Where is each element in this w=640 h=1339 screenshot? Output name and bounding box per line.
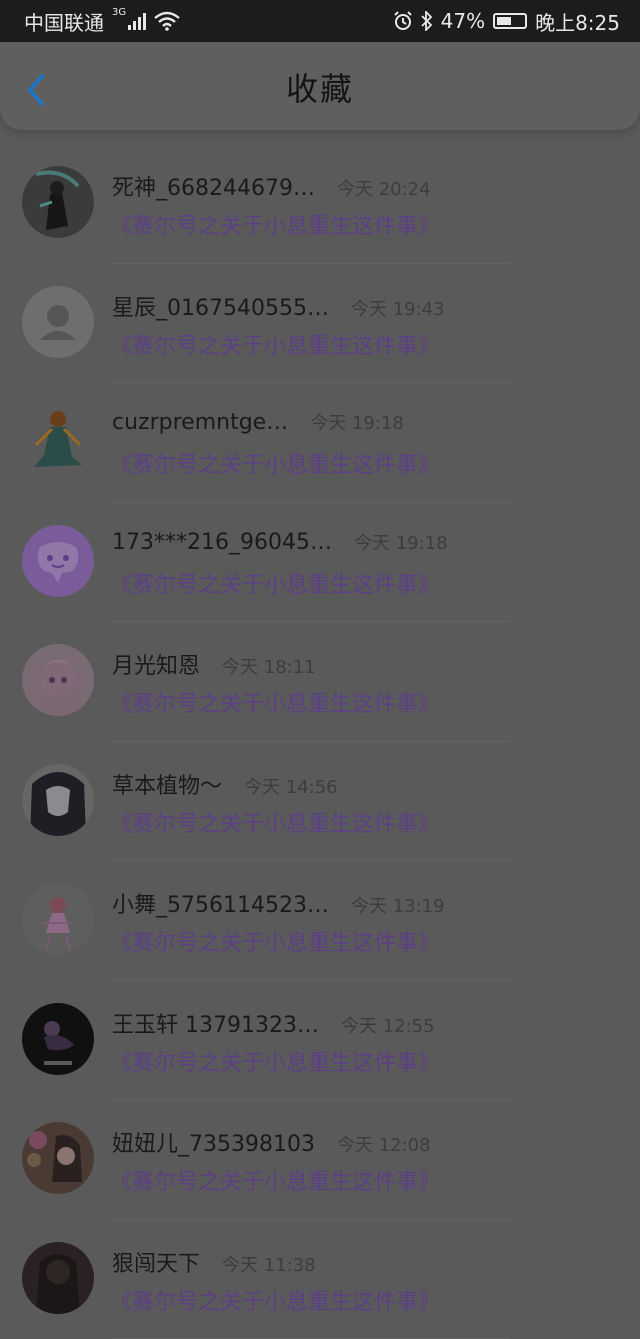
avatar[interactable] bbox=[22, 166, 94, 238]
favorites-list: 死神_668244679… 今天 20:24 《赛尔号之关于小息重生这件事》 星… bbox=[0, 144, 640, 1339]
user-name: 173***216_96045… bbox=[112, 530, 332, 555]
list-item[interactable]: 星辰_0167540555… 今天 19:43 《赛尔号之关于小息重生这件事》 bbox=[0, 264, 640, 384]
avatar[interactable] bbox=[22, 405, 94, 477]
list-item[interactable]: 小舞_5756114523… 今天 13:19 《赛尔号之关于小息重生这件事》 bbox=[0, 861, 640, 981]
timestamp: 今天 19:18 bbox=[310, 409, 404, 435]
avatar[interactable] bbox=[22, 286, 94, 358]
book-title[interactable]: 《赛尔号之关于小息重生这件事》 bbox=[110, 1164, 440, 1196]
item-meta: 星辰_0167540555… 今天 19:43 bbox=[112, 290, 445, 322]
user-name: 妞妞儿_735398103 bbox=[112, 1126, 315, 1158]
timestamp: 今天 13:19 bbox=[351, 892, 445, 918]
list-item[interactable]: 妞妞儿_735398103 今天 12:08 《赛尔号之关于小息重生这件事》 bbox=[0, 1100, 640, 1220]
list-item[interactable]: 月光知恩 今天 18:11 《赛尔号之关于小息重生这件事》 bbox=[0, 622, 640, 742]
list-item[interactable]: 王玉轩 13791323… 今天 12:55 《赛尔号之关于小息重生这件事》 bbox=[0, 981, 640, 1101]
book-title[interactable]: 《赛尔号之关于小息重生这件事》 bbox=[110, 1284, 440, 1316]
avatar[interactable] bbox=[22, 883, 94, 955]
battery-percent: 47% bbox=[441, 9, 485, 33]
timestamp: 今天 19:43 bbox=[351, 295, 445, 321]
book-title[interactable]: 《赛尔号之关于小息重生这件事》 bbox=[110, 806, 440, 838]
user-name: 月光知恩 bbox=[112, 648, 200, 680]
timestamp: 今天 11:38 bbox=[222, 1251, 316, 1277]
item-meta: 草本植物～ 今天 14:56 bbox=[112, 768, 338, 800]
avatar[interactable] bbox=[22, 1122, 94, 1194]
item-meta: 月光知恩 今天 18:11 bbox=[112, 648, 316, 680]
timestamp: 今天 20:24 bbox=[337, 175, 431, 201]
timestamp: 今天 12:55 bbox=[341, 1012, 435, 1038]
avatar[interactable] bbox=[22, 644, 94, 716]
book-title[interactable]: 《赛尔号之关于小息重生这件事》 bbox=[110, 1045, 440, 1077]
carrier-label: 中国联通 bbox=[24, 7, 104, 36]
item-meta: 妞妞儿_735398103 今天 12:08 bbox=[112, 1126, 431, 1158]
item-meta: 王玉轩 13791323… 今天 12:55 bbox=[112, 1007, 435, 1039]
status-bar: 中国联通 3G 47% 晚上8:25 bbox=[0, 0, 640, 42]
header-bar: 收藏 bbox=[0, 42, 640, 130]
avatar[interactable] bbox=[22, 1003, 94, 1075]
item-meta: cuzrpremntge… 今天 19:18 bbox=[112, 409, 404, 435]
battery-icon bbox=[493, 13, 527, 29]
item-meta: 死神_668244679… 今天 20:24 bbox=[112, 170, 431, 202]
alarm-icon bbox=[393, 11, 413, 31]
avatar[interactable] bbox=[22, 1242, 94, 1314]
list-item[interactable]: 狠闯天下 今天 11:38 《赛尔号之关于小息重生这件事》 bbox=[0, 1220, 640, 1339]
book-title[interactable]: 《赛尔号之关于小息重生这件事》 bbox=[110, 328, 440, 360]
list-item[interactable]: 草本植物～ 今天 14:56 《赛尔号之关于小息重生这件事》 bbox=[0, 742, 640, 862]
user-name: 狠闯天下 bbox=[112, 1246, 200, 1278]
user-name: 死神_668244679… bbox=[112, 170, 315, 202]
status-left: 中国联通 3G bbox=[24, 7, 180, 36]
list-item[interactable]: cuzrpremntge… 今天 19:18 《赛尔号之关于小息重生这件事》 bbox=[0, 383, 640, 503]
item-meta: 173***216_96045… 今天 19:18 bbox=[112, 529, 448, 555]
timestamp: 今天 19:18 bbox=[354, 529, 448, 555]
avatar[interactable] bbox=[22, 764, 94, 836]
book-title[interactable]: 《赛尔号之关于小息重生这件事》 bbox=[110, 447, 440, 479]
user-name: cuzrpremntge… bbox=[112, 410, 288, 435]
list-item[interactable]: 173***216_96045… 今天 19:18 《赛尔号之关于小息重生这件事… bbox=[0, 503, 640, 623]
book-title[interactable]: 《赛尔号之关于小息重生这件事》 bbox=[110, 925, 440, 957]
user-name: 小舞_5756114523… bbox=[112, 887, 329, 919]
timestamp: 今天 14:56 bbox=[244, 773, 338, 799]
book-title[interactable]: 《赛尔号之关于小息重生这件事》 bbox=[110, 686, 440, 718]
book-title[interactable]: 《赛尔号之关于小息重生这件事》 bbox=[110, 208, 440, 240]
user-name: 星辰_0167540555… bbox=[112, 290, 329, 322]
user-name: 草本植物～ bbox=[112, 768, 222, 800]
page-title: 收藏 bbox=[0, 64, 640, 110]
book-title[interactable]: 《赛尔号之关于小息重生这件事》 bbox=[110, 567, 440, 599]
bluetooth-icon bbox=[421, 11, 433, 31]
avatar[interactable] bbox=[22, 525, 94, 597]
status-right: 47% 晚上8:25 bbox=[393, 7, 620, 36]
user-name: 王玉轩 13791323… bbox=[112, 1007, 319, 1039]
timestamp: 今天 12:08 bbox=[337, 1131, 431, 1157]
list-item[interactable]: 死神_668244679… 今天 20:24 《赛尔号之关于小息重生这件事》 bbox=[0, 144, 640, 264]
signal-icon bbox=[128, 12, 146, 30]
item-meta: 小舞_5756114523… 今天 13:19 bbox=[112, 887, 445, 919]
wifi-icon bbox=[154, 11, 180, 31]
timestamp: 今天 18:11 bbox=[222, 653, 316, 679]
network-type-label: 3G bbox=[112, 7, 126, 18]
clock: 晚上8:25 bbox=[535, 7, 620, 36]
item-meta: 狠闯天下 今天 11:38 bbox=[112, 1246, 316, 1278]
